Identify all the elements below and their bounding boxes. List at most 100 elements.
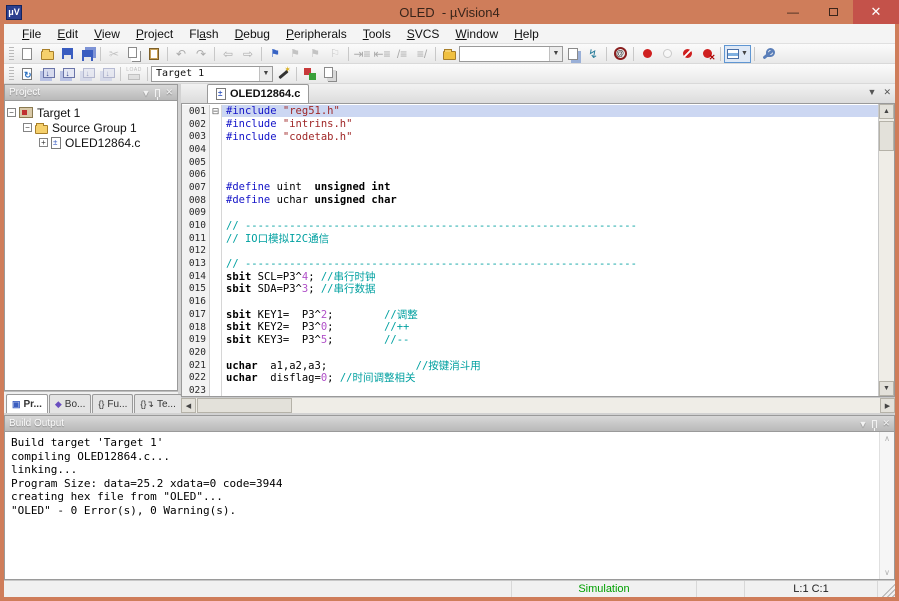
code-line[interactable]: 007#define uint unsigned int <box>182 181 878 194</box>
next-bookmark-button[interactable]: ⚑ <box>305 45 325 63</box>
batch-build-button[interactable] <box>77 65 97 83</box>
menu-edit[interactable]: Edit <box>49 25 86 43</box>
build-output-text[interactable]: Build target 'Target 1'compiling OLED128… <box>5 432 879 579</box>
code-line[interactable]: 017sbit KEY1= P3^2; //调整 <box>182 308 878 321</box>
build-output-scrollbar[interactable]: ∧ ∨ <box>879 432 894 579</box>
rebuild-button[interactable] <box>57 65 77 83</box>
resize-grip[interactable] <box>878 581 895 597</box>
scroll-up-icon[interactable]: ▲ <box>879 104 894 119</box>
panel-menu-icon[interactable]: ▼ <box>859 419 868 429</box>
pin-icon[interactable] <box>872 420 877 428</box>
code-line[interactable]: 006 <box>182 168 878 181</box>
code-line[interactable]: 003#include "codetab.h" <box>182 130 878 143</box>
scrollbar-thumb[interactable] <box>197 398 292 413</box>
disable-all-breakpoints-button[interactable] <box>677 45 697 63</box>
scroll-left-icon[interactable]: ◀ <box>181 398 196 413</box>
code-line[interactable]: 008#define uchar unsigned char <box>182 194 878 207</box>
combo-dropdown-icon[interactable]: ▼ <box>549 47 562 61</box>
configure-button[interactable] <box>758 45 778 63</box>
manage-project-items-button[interactable] <box>320 65 340 83</box>
paste-button[interactable] <box>144 45 164 63</box>
download-button[interactable]: LOAD <box>124 65 144 83</box>
code-line[interactable]: 009 <box>182 207 878 220</box>
maximize-button[interactable] <box>813 0 853 24</box>
code-line[interactable]: 011// IO口模拟I2C通信 <box>182 232 878 245</box>
unindent-button[interactable]: ⇤≡ <box>372 45 392 63</box>
tab-list-icon[interactable]: ▼ <box>868 87 877 98</box>
menu-file[interactable]: File <box>14 25 49 43</box>
insert-breakpoint-button[interactable] <box>637 45 657 63</box>
close-document-icon[interactable]: ✕ <box>883 87 891 98</box>
scroll-right-icon[interactable]: ▶ <box>880 398 895 413</box>
code-line[interactable]: 023 <box>182 384 878 396</box>
menu-debug[interactable]: Debug <box>227 25 278 43</box>
expand-icon[interactable]: + <box>39 138 48 147</box>
uncomment-selection-button[interactable]: ≡/ <box>412 45 432 63</box>
incremental-find-button[interactable]: ↯ <box>583 45 603 63</box>
fold-icon[interactable]: ⊟ <box>210 105 222 118</box>
scroll-down-icon[interactable]: ▼ <box>879 381 894 396</box>
code-line[interactable]: 012 <box>182 245 878 258</box>
previous-bookmark-button[interactable]: ⚑ <box>285 45 305 63</box>
save-button[interactable] <box>57 45 77 63</box>
options-for-target-button[interactable] <box>273 65 293 83</box>
code-line[interactable]: 018sbit KEY2= P3^0; //++ <box>182 321 878 334</box>
find-text-combo[interactable]: ▼ <box>459 46 563 62</box>
tab-project[interactable]: ▣ Pr... <box>6 394 48 413</box>
panel-menu-icon[interactable]: ▼ <box>142 88 151 98</box>
translate-button[interactable] <box>17 65 37 83</box>
file-extensions-button[interactable] <box>300 65 320 83</box>
editor-horizontal-scrollbar[interactable]: ◀ ▶ <box>181 397 895 413</box>
navigate-back-button[interactable]: ⇦ <box>218 45 238 63</box>
menu-peripherals[interactable]: Peripherals <box>278 25 355 43</box>
target-select-combo[interactable]: Target 1 ▼ <box>151 66 273 82</box>
collapse-icon[interactable]: − <box>23 123 32 132</box>
stop-build-button[interactable] <box>97 65 117 83</box>
find-in-files2-button[interactable] <box>563 45 583 63</box>
scrollbar-thumb[interactable] <box>879 121 894 151</box>
code-line[interactable]: 022uchar disflag=0; //时间调整相关 <box>182 371 878 384</box>
tree-item-source-file[interactable]: + OLED12864.c <box>7 135 175 150</box>
open-file-button[interactable] <box>37 45 57 63</box>
code-line[interactable]: 004 <box>182 143 878 156</box>
scroll-down-icon[interactable]: ∨ <box>884 568 890 577</box>
menu-view[interactable]: View <box>86 25 128 43</box>
comment-selection-button[interactable]: /≡ <box>392 45 412 63</box>
redo-button[interactable]: ↷ <box>191 45 211 63</box>
pin-icon[interactable] <box>155 89 160 97</box>
tree-item-target[interactable]: − Target 1 <box>7 105 175 120</box>
debug-windows-button[interactable]: ▼ <box>724 45 751 63</box>
undo-button[interactable]: ↶ <box>171 45 191 63</box>
minimize-button[interactable]: — <box>773 0 813 24</box>
find-button[interactable]: @ <box>610 45 630 63</box>
find-in-files-button[interactable] <box>439 45 459 63</box>
menu-help[interactable]: Help <box>506 25 547 43</box>
scroll-up-icon[interactable]: ∧ <box>884 434 890 443</box>
indent-button[interactable]: ⇥≡ <box>352 45 372 63</box>
code-line[interactable]: 019sbit KEY3= P3^5; //-- <box>182 333 878 346</box>
tab-templates[interactable]: {}↴ Te... <box>134 394 181 413</box>
new-file-button[interactable] <box>17 45 37 63</box>
copy-button[interactable] <box>124 45 144 63</box>
menu-project[interactable]: Project <box>128 25 181 43</box>
save-all-button[interactable] <box>77 45 97 63</box>
menu-tools[interactable]: Tools <box>355 25 399 43</box>
panel-close-icon[interactable]: ✕ <box>882 418 890 429</box>
code-line[interactable]: 005 <box>182 156 878 169</box>
code-lines[interactable]: 001⊟#include "reg51.h"002#include "intri… <box>182 104 878 396</box>
insert-bookmark-button[interactable]: ⚑ <box>265 45 285 63</box>
kill-all-breakpoints-button[interactable] <box>697 45 717 63</box>
cut-button[interactable]: ✂ <box>104 45 124 63</box>
build-button[interactable] <box>37 65 57 83</box>
navigate-forward-button[interactable]: ⇨ <box>238 45 258 63</box>
menu-flash[interactable]: Flash <box>181 25 226 43</box>
code-line[interactable]: 002#include "intrins.h" <box>182 118 878 131</box>
editor-tab-oled12864[interactable]: OLED12864.c <box>207 84 309 103</box>
clear-bookmarks-button[interactable]: ⚐ <box>325 45 345 63</box>
close-button[interactable]: ✕ <box>853 0 899 24</box>
tab-books[interactable]: ◆ Bo... <box>49 394 92 413</box>
tree-item-source-group[interactable]: − Source Group 1 <box>7 120 175 135</box>
menu-svcs[interactable]: SVCS <box>399 25 448 43</box>
editor-vertical-scrollbar[interactable]: ▲ ▼ <box>878 104 894 396</box>
collapse-icon[interactable]: − <box>7 108 16 117</box>
